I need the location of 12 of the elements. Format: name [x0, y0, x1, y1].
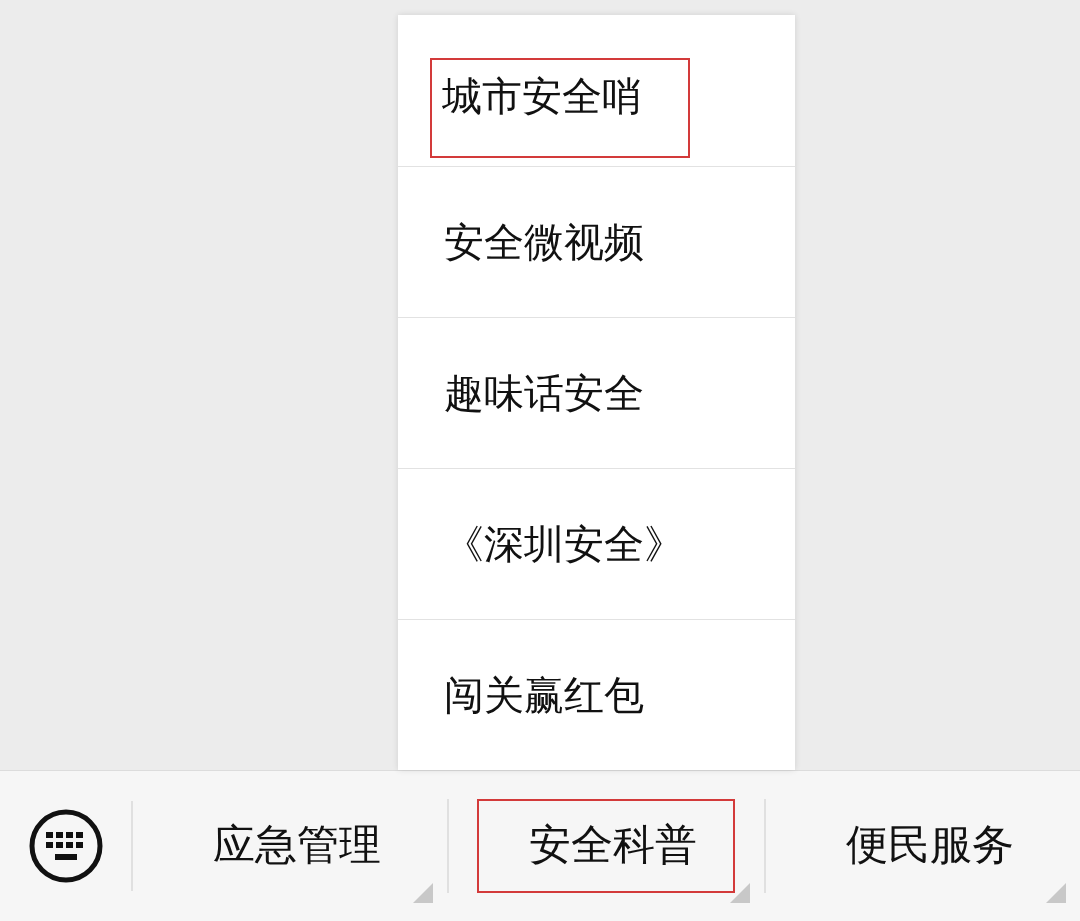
menu-item[interactable]: 安全微视频: [442, 218, 646, 266]
menu-tab[interactable]: 便民服务: [793, 799, 1052, 893]
menu-item[interactable]: 《深圳安全》: [442, 520, 686, 568]
menu-item[interactable]: 闯关赢红包: [442, 671, 646, 719]
menu-item[interactable]: 趣味话安全: [442, 369, 646, 417]
keyboard-icon[interactable]: [27, 808, 104, 884]
corner-triangle-icon: [1046, 883, 1066, 903]
corner-triangle-icon: [413, 883, 434, 903]
menu-item[interactable]: 城市安全哨: [430, 58, 690, 158]
menu-tab[interactable]: 应急管理: [161, 799, 420, 893]
menu-tab[interactable]: 安全科普: [477, 799, 736, 893]
corner-triangle-icon: [729, 883, 750, 903]
